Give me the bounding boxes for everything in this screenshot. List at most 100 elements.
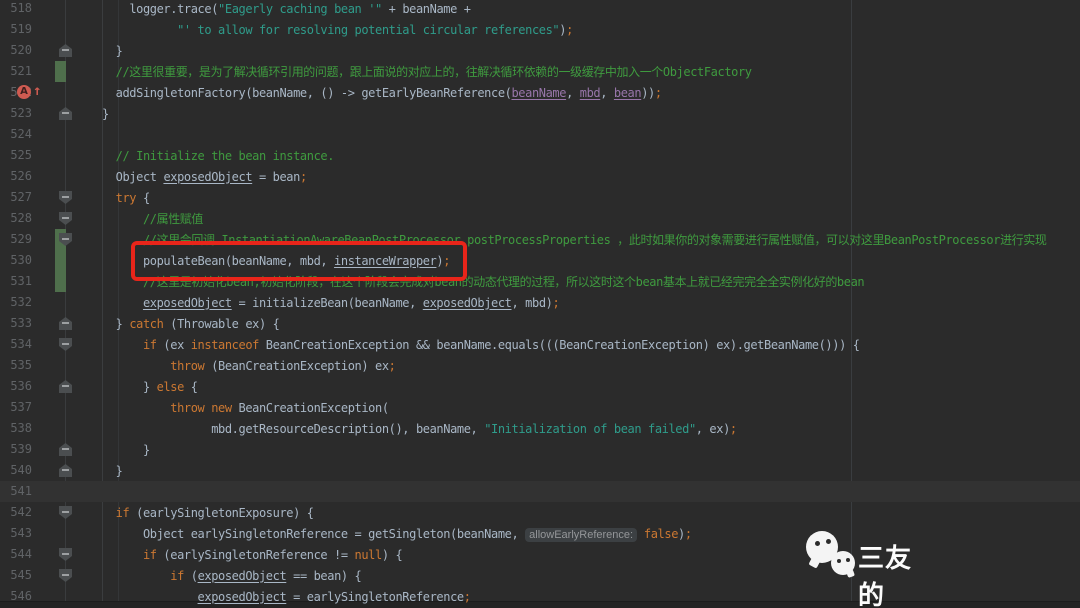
editor-gutter[interactable]: 520	[0, 40, 102, 61]
code-text[interactable]: }	[102, 44, 1080, 58]
editor-gutter[interactable]: 529	[0, 229, 102, 250]
editor-gutter[interactable]: 536	[0, 376, 102, 397]
fold-marker-icon[interactable]	[59, 443, 72, 456]
line-number[interactable]: 536	[0, 379, 32, 393]
code-text[interactable]: if (exposedObject == bean) {	[102, 569, 1080, 583]
line-number[interactable]: 532	[0, 295, 32, 309]
fold-marker-icon[interactable]	[59, 107, 72, 120]
fold-marker-icon[interactable]	[59, 548, 72, 561]
line-number[interactable]: 546	[0, 589, 32, 603]
code-line[interactable]: 523}	[0, 103, 1080, 124]
code-text[interactable]: addSingletonFactory(beanName, () -> getE…	[102, 86, 1080, 100]
editor-gutter[interactable]: 545	[0, 565, 102, 586]
code-text[interactable]: try {	[102, 191, 1080, 205]
code-text[interactable]: if (earlySingletonExposure) {	[102, 506, 1080, 520]
editor-gutter[interactable]: 528	[0, 208, 102, 229]
editor-gutter[interactable]: 546	[0, 586, 102, 607]
line-number[interactable]: 545	[0, 568, 32, 582]
line-number[interactable]: 529	[0, 232, 32, 246]
editor-gutter[interactable]: 525	[0, 145, 102, 166]
code-text[interactable]: }	[102, 443, 1080, 457]
editor-gutter[interactable]: 518	[0, 0, 102, 19]
code-text[interactable]: throw (BeanCreationException) ex;	[102, 359, 1080, 373]
code-line[interactable]: 533 } catch (Throwable ex) {	[0, 313, 1080, 334]
code-line[interactable]: 521 //这里很重要，是为了解决循环引用的问题，跟上面说的对应上的，往解决循环…	[0, 61, 1080, 82]
editor-gutter[interactable]: 519	[0, 19, 102, 40]
editor-gutter[interactable]: 541	[0, 481, 102, 502]
line-number[interactable]: 524	[0, 127, 32, 141]
line-number[interactable]: 535	[0, 358, 32, 372]
line-number[interactable]: 521	[0, 64, 32, 78]
editor-gutter[interactable]: 537	[0, 397, 102, 418]
code-line[interactable]: 535 throw (BeanCreationException) ex;	[0, 355, 1080, 376]
code-line[interactable]: 526 Object exposedObject = bean;	[0, 166, 1080, 187]
code-line[interactable]: 524	[0, 124, 1080, 145]
bookmark-icon[interactable]: A	[17, 85, 31, 99]
code-line[interactable]: 527 try {	[0, 187, 1080, 208]
line-number[interactable]: 537	[0, 400, 32, 414]
editor-gutter[interactable]: 532	[0, 292, 102, 313]
code-line[interactable]: 520 }	[0, 40, 1080, 61]
code-text[interactable]: } else {	[102, 380, 1080, 394]
code-text[interactable]: Object exposedObject = bean;	[102, 170, 1080, 184]
code-text[interactable]: //属性赋值	[102, 210, 1080, 227]
line-number[interactable]: 526	[0, 169, 32, 183]
fold-marker-icon[interactable]	[59, 44, 72, 57]
code-line[interactable]: 519 "' to allow for resolving potential …	[0, 19, 1080, 40]
editor-gutter[interactable]: 531	[0, 271, 102, 292]
code-line[interactable]: 536 } else {	[0, 376, 1080, 397]
editor-gutter[interactable]: 535	[0, 355, 102, 376]
code-line[interactable]: 537 throw new BeanCreationException(	[0, 397, 1080, 418]
editor-gutter[interactable]: 530	[0, 250, 102, 271]
editor-gutter[interactable]: 543	[0, 523, 102, 544]
fold-marker-icon[interactable]	[59, 317, 72, 330]
code-text[interactable]: logger.trace("Eagerly caching bean '" + …	[102, 2, 1080, 16]
editor-gutter[interactable]: 522A↑	[0, 82, 102, 103]
line-number[interactable]: 520	[0, 43, 32, 57]
line-number[interactable]: 542	[0, 505, 32, 519]
code-text[interactable]: // Initialize the bean instance.	[102, 149, 1080, 163]
line-number[interactable]: 540	[0, 463, 32, 477]
editor-gutter[interactable]: 524	[0, 124, 102, 145]
editor-gutter[interactable]: 521	[0, 61, 102, 82]
fold-marker-icon[interactable]	[59, 464, 72, 477]
line-number[interactable]: 528	[0, 211, 32, 225]
line-number[interactable]: 518	[0, 1, 32, 15]
fold-marker-icon[interactable]	[59, 212, 72, 225]
code-line[interactable]: 539 }	[0, 439, 1080, 460]
line-number[interactable]: 519	[0, 22, 32, 36]
line-number[interactable]: 533	[0, 316, 32, 330]
line-number[interactable]: 544	[0, 547, 32, 561]
code-text[interactable]: if (ex instanceof BeanCreationException …	[102, 338, 1080, 352]
fold-marker-icon[interactable]	[59, 380, 72, 393]
code-line[interactable]: 518 logger.trace("Eagerly caching bean '…	[0, 0, 1080, 19]
code-line[interactable]: 538 mbd.getResourceDescription(), beanNa…	[0, 418, 1080, 439]
editor-gutter[interactable]: 539	[0, 439, 102, 460]
code-line[interactable]: 525 // Initialize the bean instance.	[0, 145, 1080, 166]
code-text[interactable]: exposedObject = initializeBean(beanName,…	[102, 296, 1080, 310]
line-number[interactable]: 530	[0, 253, 32, 267]
code-line[interactable]: 542 if (earlySingletonExposure) {	[0, 502, 1080, 523]
editor-gutter[interactable]: 523	[0, 103, 102, 124]
line-number[interactable]: 527	[0, 190, 32, 204]
editor-gutter[interactable]: 540	[0, 460, 102, 481]
code-line[interactable]: 540 }	[0, 460, 1080, 481]
code-line[interactable]: 534 if (ex instanceof BeanCreationExcept…	[0, 334, 1080, 355]
code-text[interactable]: //这里很重要，是为了解决循环引用的问题，跟上面说的对应上的，往解决循环依赖的一…	[102, 63, 1080, 80]
fold-marker-icon[interactable]	[59, 338, 72, 351]
line-number[interactable]: 538	[0, 421, 32, 435]
code-text[interactable]: Object earlySingletonReference = getSing…	[102, 527, 1080, 542]
code-text[interactable]: if (earlySingletonReference != null) {	[102, 548, 1080, 562]
line-number[interactable]: 543	[0, 526, 32, 540]
editor-gutter[interactable]: 538	[0, 418, 102, 439]
code-line[interactable]: 528 //属性赋值	[0, 208, 1080, 229]
editor-gutter[interactable]: 542	[0, 502, 102, 523]
code-text[interactable]: } catch (Throwable ex) {	[102, 317, 1080, 331]
editor-gutter[interactable]: 526	[0, 166, 102, 187]
editor-gutter[interactable]: 533	[0, 313, 102, 334]
code-text[interactable]: }	[102, 464, 1080, 478]
line-number[interactable]: 539	[0, 442, 32, 456]
code-text[interactable]: throw new BeanCreationException(	[102, 401, 1080, 415]
line-number[interactable]: 534	[0, 337, 32, 351]
code-line[interactable]: 522A↑ addSingletonFactory(beanName, () -…	[0, 82, 1080, 103]
